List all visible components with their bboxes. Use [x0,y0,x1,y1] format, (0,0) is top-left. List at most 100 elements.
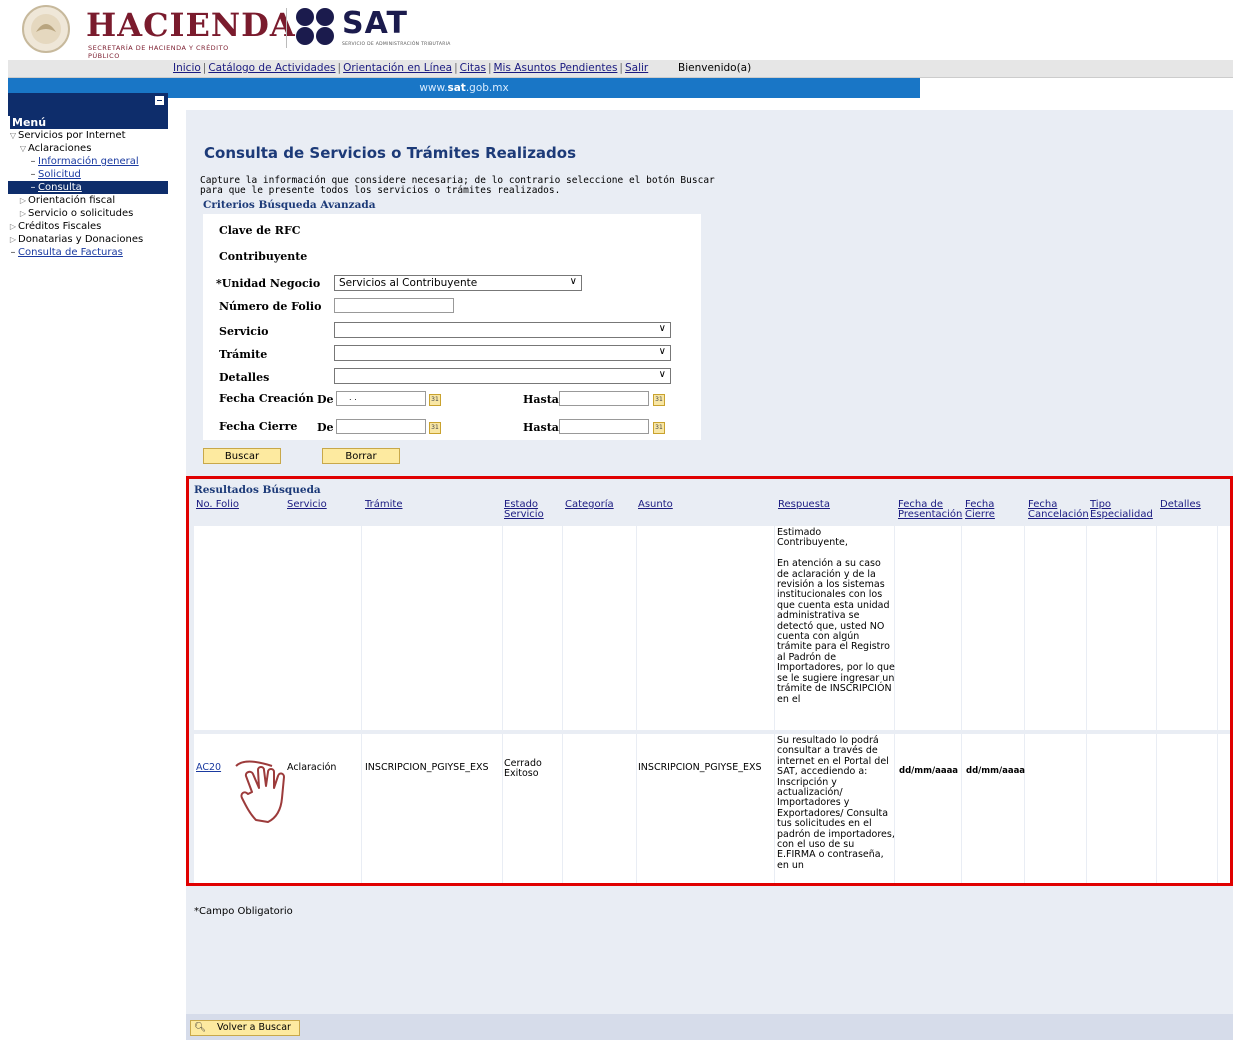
dash-icon: – [30,156,36,167]
unidad-negocio-label: *Unidad Negocio [216,277,321,290]
page-title: Consulta de Servicios o Trámites Realiza… [204,144,577,162]
table-row: Estimado Contribuyente, En atención a su… [194,526,1233,730]
col-no-folio[interactable]: No. Folio [196,500,239,510]
contribuyente-label: Contribuyente [219,250,308,263]
volver-buscar-button[interactable]: 🔍︎ Volver a Buscar [190,1020,300,1036]
sidebar-item-creditos-fiscales[interactable]: ▷ Créditos Fiscales [8,220,168,233]
buscar-button[interactable]: Buscar [203,448,281,464]
calendar-icon[interactable]: 31 [429,394,441,406]
de-label: De [317,393,334,406]
nav-citas[interactable]: Citas [460,62,486,74]
fecha-creacion-de-input[interactable]: . . [336,391,426,406]
nav-asuntos[interactable]: Mis Asuntos Pendientes [494,62,618,74]
sat-wordmark: SAT [342,6,408,41]
collapsed-triangle-icon: ▷ [9,235,17,244]
top-nav: Inicio | Catálogo de Actividades | Orientaci… [8,60,1233,78]
chevron-down-icon: ∨ [658,369,666,380]
nav-catalogo[interactable]: Catálogo de Actividades [208,62,335,74]
servicio-select[interactable]: ∨ [334,322,671,338]
collapsed-triangle-icon: ▷ [19,196,27,205]
sat-subtitle: SERVICIO DE ADMINISTRACIÓN TRIBUTARIA [342,42,451,47]
borrar-button[interactable]: Borrar [322,448,400,464]
sat-logo: SAT SERVICIO DE ADMINISTRACIÓN TRIBUTARI… [294,6,484,50]
respuesta-cell: Estimado Contribuyente, En atención a su… [777,527,895,705]
expanded-triangle-icon: ▽ [19,144,27,153]
unidad-negocio-select[interactable]: Servicios al Contribuyente ∨ [334,275,582,291]
logo-divider [286,8,287,48]
fecha-cierre-hasta-input[interactable] [559,419,649,434]
sidebar-item-consulta[interactable]: – Consulta [8,181,168,194]
col-servicio[interactable]: Servicio [287,500,327,510]
col-detalles[interactable]: Detalles [1160,500,1201,510]
folio-link[interactable]: AC20 [196,762,221,773]
tramite-label: Trámite [219,348,268,361]
collapsed-triangle-icon: ▷ [19,209,27,218]
dash-icon: – [10,247,16,258]
hacienda-logo: HACIENDA SECRETARÍA DE HACIENDA Y CRÉDIT… [4,2,295,60]
collapse-icon[interactable] [155,96,164,105]
col-fecha-cancelacion[interactable]: Fecha Cancelación [1028,500,1089,520]
dash-icon: – [30,182,36,193]
col-respuesta[interactable]: Respuesta [778,500,830,510]
expanded-triangle-icon: ▽ [9,131,17,140]
sidebar-item-solicitud[interactable]: – Solicitud [8,168,168,181]
chevron-down-icon: ∨ [658,346,666,357]
nav-links: Inicio | Catálogo de Actividades | Orientaci… [173,62,649,74]
seal-icon [22,5,70,53]
sat-dots-icon [296,8,334,45]
asunto-cell: INSCRIPCION_PGIYSE_EXS [638,762,762,773]
sidebar-item-informacion-general[interactable]: – Información general [8,155,168,168]
main-panel: Consulta de Servicios o Trámites Realiza… [186,110,1233,1040]
tramite-cell: INSCRIPCION_PGIYSE_EXS [365,762,489,773]
hasta-label: Hasta [523,393,559,406]
calendar-icon[interactable]: 31 [653,422,665,434]
nav-salir[interactable]: Salir [625,62,648,74]
instructions-text: Capture la información que considere nec… [200,175,715,196]
nav-orientacion[interactable]: Orientación en Línea [343,62,452,74]
col-tipo-especialidad[interactable]: Tipo Especialidad [1090,500,1160,520]
sidebar-item-consulta-facturas[interactable]: – Consulta de Facturas [8,246,168,259]
results-title: Resultados Búsqueda [194,484,321,496]
sidebar-header [8,93,168,116]
fecha-creacion-hasta-input[interactable] [559,391,649,406]
tramite-select[interactable]: ∨ [334,345,671,361]
header: HACIENDA SECRETARÍA DE HACIENDA Y CRÉDIT… [0,0,1233,60]
fecha-cierre-de-input[interactable] [336,419,426,434]
sidebar-item-aclaraciones[interactable]: ▽ Aclaraciones [8,142,168,155]
fecha-presentacion-cell: dd/mm/aaaa [899,766,959,776]
col-estado-servicio[interactable]: Estado Servicio [504,500,554,520]
required-field-note: *Campo Obligatorio [194,906,293,917]
col-asunto[interactable]: Asunto [638,500,673,510]
table-row: AC20 Aclaración INSCRIPCION_PGIYSE_EXS C… [194,734,1233,886]
col-tramite[interactable]: Trámite [365,500,402,510]
bottom-bar: 🔍︎ Volver a Buscar [186,1014,1233,1040]
nav-inicio[interactable]: Inicio [173,62,201,74]
folio-input[interactable] [334,298,454,313]
calendar-icon[interactable]: 31 [653,394,665,406]
de-label: De [317,421,334,434]
folio-label: Número de Folio [219,300,322,313]
col-categoria[interactable]: Categoría [565,500,614,510]
calendar-icon[interactable]: 31 [429,422,441,434]
col-fecha-presentacion[interactable]: Fecha de Presentación [898,500,964,520]
sidebar-item-donatarias[interactable]: ▷ Donatarias y Donaciones [8,233,168,246]
hand-pointer-icon [235,760,285,823]
rfc-label: Clave de RFC [219,224,301,237]
detalles-label: Detalles [219,371,270,384]
estado-cell: Cerrado Exitoso [504,758,542,780]
magnifier-icon: 🔍︎ [194,1022,207,1033]
sidebar-menu: ▽ Servicios por Internet ▽ Aclaraciones – I… [8,129,168,259]
hacienda-wordmark: HACIENDA [86,6,296,44]
sidebar-item-orientacion-fiscal[interactable]: ▷ Orientación fiscal [8,194,168,207]
hacienda-subtitle: SECRETARÍA DE HACIENDA Y CRÉDITO PÚBLICO [88,44,229,60]
chevron-down-icon: ∨ [569,276,577,287]
results-section: Resultados Búsqueda No. Folio Servicio T… [186,478,1233,890]
sidebar-item-servicio-solicitudes[interactable]: ▷ Servicio o solicitudes [8,207,168,220]
fecha-cierre-cell: dd/mm/aaaa [966,766,1026,776]
col-fecha-cierre[interactable]: Fecha Cierre [965,500,1005,520]
chevron-down-icon: ∨ [658,323,666,334]
menu-title: Menú [10,116,168,129]
detalles-select[interactable]: ∨ [334,368,671,384]
sidebar-item-servicios-internet[interactable]: ▽ Servicios por Internet [8,129,168,142]
fecha-creacion-label: Fecha Creación [219,392,314,405]
